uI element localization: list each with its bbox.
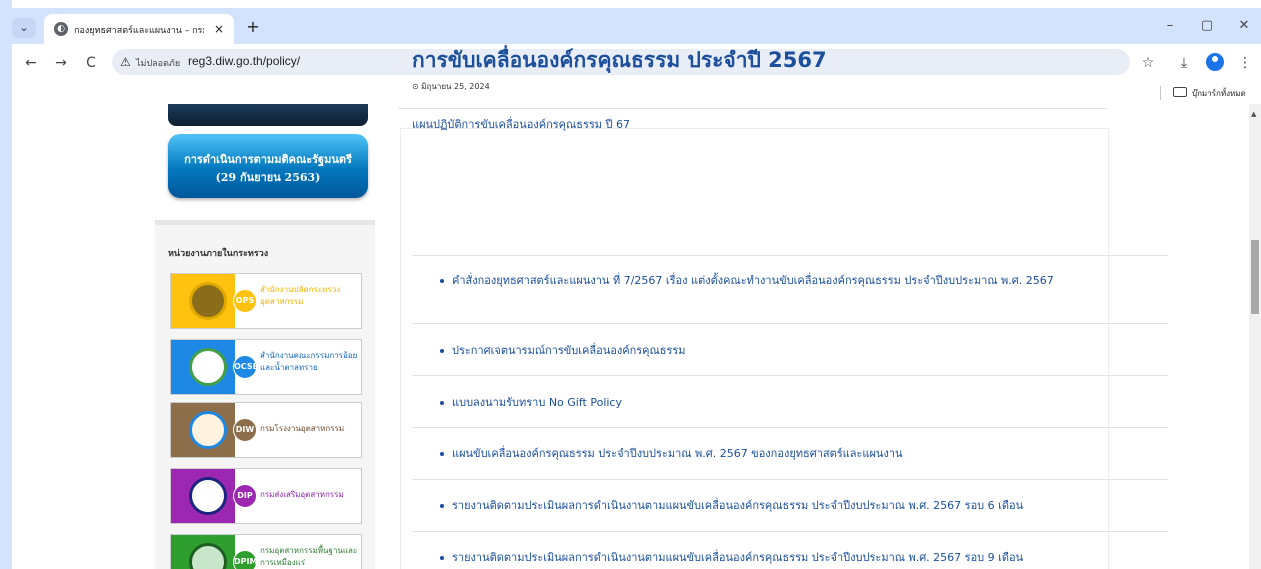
bookmark-star-icon[interactable]: ☆	[1137, 52, 1159, 74]
profile-avatar-icon[interactable]	[1206, 53, 1224, 71]
tab-close-button[interactable]: ×	[210, 20, 228, 38]
post-date: ⊙ มิถุนายน 25, 2024	[412, 80, 490, 93]
tab-search-button[interactable]: ⌄	[12, 18, 36, 38]
agency-code-badge: OCSB	[233, 355, 259, 379]
post-title: การขับเคลื่อนองค์กรคุณธรรม ประจำปี 2567	[412, 48, 827, 72]
forward-button[interactable]: →	[50, 52, 72, 74]
ocsb-logo	[171, 340, 235, 394]
list-divider	[412, 531, 1168, 532]
bullet-icon	[440, 504, 444, 508]
list-item-link[interactable]: รายงานติดตามประเมินผลการดำเนินงานตามแผนข…	[452, 551, 1023, 564]
sidebar-banner-top[interactable]	[168, 104, 368, 126]
back-button[interactable]: ←	[20, 52, 42, 74]
security-status[interactable]: ไม่ปลอดภัย	[136, 56, 180, 70]
bullet-icon	[440, 279, 444, 283]
menu-icon[interactable]: ⋮	[1234, 52, 1256, 74]
close-window-button[interactable]: ✕	[1229, 14, 1259, 38]
agency-link-dpim[interactable]: DPIM กรมอุตสาหกรรมพื้นฐานและการเหมืองแร่	[170, 534, 362, 569]
ministry-seal-icon	[189, 282, 227, 320]
agency-name: กรมส่งเสริมอุตสาหกรรม	[260, 490, 344, 499]
scrollbar-thumb[interactable]	[1251, 240, 1259, 314]
agency-link-dip[interactable]: DIP กรมส่งเสริมอุตสาหกรรม	[170, 468, 362, 524]
list-divider	[412, 427, 1168, 428]
list-divider	[412, 255, 1168, 256]
banner-line-2: (29 กันยายน 2563)	[215, 171, 321, 184]
list-item-link[interactable]: คำสั่งกองยุทธศาสตร์และแผนงาน ที่ 7/2567 …	[452, 274, 1054, 287]
dpim-logo	[171, 535, 235, 569]
list-divider	[412, 479, 1168, 480]
ops-logo	[171, 274, 235, 328]
bullet-icon	[440, 401, 444, 405]
tab-title: กองยุทธศาสตร์และแผนงาน – กรมโร	[74, 26, 204, 36]
url-text[interactable]: reg3.diw.go.th/policy/	[188, 54, 300, 68]
list-item[interactable]: รายงานติดตามประเมินผลการดำเนินงานตามแผนข…	[440, 496, 1023, 514]
agency-code-badge: DIP	[233, 484, 257, 508]
content-top-rule	[398, 108, 1108, 109]
list-item-link[interactable]: รายงานติดตามประเมินผลการดำเนินงานตามแผนข…	[452, 499, 1023, 512]
agency-name: สำนักงานปลัดกระทรวงอุตสาหกรรม	[260, 285, 341, 306]
clock-icon: ⊙	[412, 82, 422, 91]
factory-emblem-icon	[189, 411, 227, 449]
agency-name: กรมโรงงานอุตสาหกรรม	[260, 424, 345, 433]
download-icon[interactable]: ⤓	[1173, 52, 1195, 74]
new-tab-button[interactable]: +	[242, 16, 264, 38]
agency-name: กรมอุตสาหกรรมพื้นฐานและการเหมืองแร่	[260, 546, 358, 567]
agency-link-ops[interactable]: OPS สำนักงานปลัดกระทรวงอุตสาหกรรม	[170, 273, 362, 329]
list-item-link[interactable]: ประกาศเจตนารมณ์การขับเคลื่อนองค์กรคุณธรร…	[452, 344, 686, 357]
minimize-button[interactable]: –	[1155, 14, 1185, 38]
bullet-icon	[440, 556, 444, 560]
sidebar-heading: หน่วยงานภายในกระทรวง	[168, 249, 269, 259]
list-divider	[412, 323, 1168, 324]
sugarcane-emblem-icon	[189, 348, 227, 386]
reload-button[interactable]: C	[80, 52, 102, 74]
bookmarks-bar	[12, 80, 1261, 104]
banner-line-1: การดำเนินการตามมติคณะรัฐมนตรี	[184, 153, 352, 166]
agency-name: สำนักงานคณะกรรมการอ้อยและน้ำตาลทราย	[260, 351, 358, 372]
list-divider	[412, 375, 1168, 376]
bullet-icon	[440, 452, 444, 456]
window-frame	[0, 0, 12, 569]
post-date-text: มิถุนายน 25, 2024	[421, 82, 490, 91]
list-item-link[interactable]: แผนขับเคลื่อนองค์กรคุณธรรม ประจำปีงบประม…	[452, 447, 903, 460]
agency-code-badge: DPIM	[233, 550, 257, 569]
diw-logo	[171, 403, 235, 457]
post-subtitle-link[interactable]: แผนปฏิบัติการขับเคลื่อนองค์กรคุณธรรม ปี …	[412, 115, 630, 133]
list-item[interactable]: ประกาศเจตนารมณ์การขับเคลื่อนองค์กรคุณธรร…	[440, 341, 686, 359]
list-item[interactable]: แผนขับเคลื่อนองค์กรคุณธรรม ประจำปีงบประม…	[440, 444, 903, 462]
list-item-link[interactable]: แบบลงนามรับทราบ No Gift Policy	[452, 396, 622, 409]
globe-icon: ◐	[54, 22, 68, 36]
list-item[interactable]: คำสั่งกองยุทธศาสตร์และแผนงาน ที่ 7/2567 …	[440, 271, 1054, 289]
all-bookmarks-label[interactable]: บุ๊กมาร์กทั้งหมด	[1192, 87, 1246, 100]
scroll-up-arrow-icon[interactable]: ▲	[1251, 110, 1256, 118]
bullet-icon	[440, 349, 444, 353]
folder-icon[interactable]	[1173, 87, 1187, 97]
agency-link-diw[interactable]: DIW กรมโรงงานอุตสาหกรรม	[170, 402, 362, 458]
page-scrollbar[interactable]	[1249, 104, 1261, 569]
bookmarks-divider	[1160, 86, 1161, 100]
mining-emblem-icon	[189, 543, 227, 569]
active-tab[interactable]: ◐ กองยุทธศาสตร์และแผนงาน – กรมโร ×	[44, 14, 234, 44]
warning-icon[interactable]: ⚠	[120, 55, 131, 69]
industry-promotion-emblem-icon	[189, 477, 227, 515]
dip-logo	[171, 469, 235, 523]
list-item[interactable]: รายงานติดตามประเมินผลการดำเนินงานตามแผนข…	[440, 548, 1023, 566]
cabinet-resolution-banner[interactable]: การดำเนินการตามมติคณะรัฐมนตรี (29 กันยาย…	[168, 134, 368, 198]
restore-button[interactable]: ▢	[1192, 14, 1222, 38]
agency-code-badge: DIW	[233, 418, 257, 442]
list-item[interactable]: แบบลงนามรับทราบ No Gift Policy	[440, 393, 622, 411]
agency-link-ocsb[interactable]: OCSB สำนักงานคณะกรรมการอ้อยและน้ำตาลทราย	[170, 339, 362, 395]
agency-code-badge: OPS	[233, 289, 257, 313]
